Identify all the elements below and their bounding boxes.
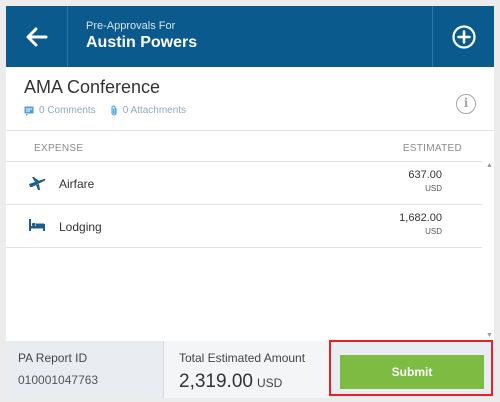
pre-approval-screen: Pre-Approvals For Austin Powers AMA Conf… xyxy=(6,6,494,398)
plus-circle-icon xyxy=(451,24,476,49)
report-info: AMA Conference 0 Comments 0 Attachments … xyxy=(6,67,494,131)
comments-count: 0 Comments xyxy=(39,105,96,116)
report-id-value: 010001047763 xyxy=(18,373,99,387)
expense-currency: USD xyxy=(425,227,442,236)
expense-label: Airfare xyxy=(59,177,95,191)
arrow-left-icon xyxy=(26,27,47,46)
expense-amount: 637.00 xyxy=(408,169,442,181)
bed-icon xyxy=(29,219,45,231)
total-currency: USD xyxy=(256,376,283,390)
report-id-panel: PA Report ID 010001047763 xyxy=(6,341,164,398)
attachments-link[interactable]: 0 Attachments xyxy=(110,105,186,116)
comment-icon xyxy=(24,106,34,116)
table-header: EXPENSE ESTIMATED xyxy=(6,131,494,161)
expense-amount: 1,682.00 xyxy=(399,212,442,224)
report-title: AMA Conference xyxy=(24,77,161,97)
info-icon[interactable]: i xyxy=(456,94,476,114)
header-text: Pre-Approvals For Austin Powers xyxy=(86,19,197,53)
column-expense: EXPENSE xyxy=(34,143,84,154)
expense-label: Lodging xyxy=(59,220,102,234)
expense-row-airfare[interactable]: Airfare 637.00 USD xyxy=(6,162,482,205)
header-title: Austin Powers xyxy=(86,34,198,51)
total-value: 2,319.00 xyxy=(179,371,253,392)
report-meta: 0 Comments 0 Attachments xyxy=(24,105,200,116)
expense-currency: USD xyxy=(425,184,442,193)
header-subtitle: Pre-Approvals For xyxy=(86,20,176,32)
scroll-up-arrow-icon[interactable]: ▲ xyxy=(486,162,493,169)
paperclip-icon xyxy=(111,105,117,116)
footer-bar: PA Report ID 010001047763 Total Estimate… xyxy=(6,341,494,398)
total-label: Total Estimated Amount xyxy=(179,351,306,365)
expense-row-lodging[interactable]: Lodging 1,682.00 USD xyxy=(6,205,482,248)
total-amount: 2,319.00 USD xyxy=(179,371,282,393)
airplane-icon xyxy=(29,177,46,190)
report-id-label: PA Report ID xyxy=(18,351,88,365)
expense-list: Airfare 637.00 USD Lodging 1,682.00 USD xyxy=(6,161,482,341)
attachments-count: 0 Attachments xyxy=(122,105,187,116)
total-panel: Total Estimated Amount 2,319.00 USD xyxy=(164,341,329,398)
comments-link[interactable]: 0 Comments xyxy=(24,105,96,116)
back-button[interactable] xyxy=(6,6,68,67)
column-estimated: ESTIMATED xyxy=(402,143,462,154)
submit-button[interactable]: Submit xyxy=(340,355,484,389)
add-expense-button[interactable] xyxy=(432,6,494,67)
scroll-down-arrow-icon[interactable]: ▼ xyxy=(486,332,493,339)
header-bar: Pre-Approvals For Austin Powers xyxy=(6,6,494,67)
